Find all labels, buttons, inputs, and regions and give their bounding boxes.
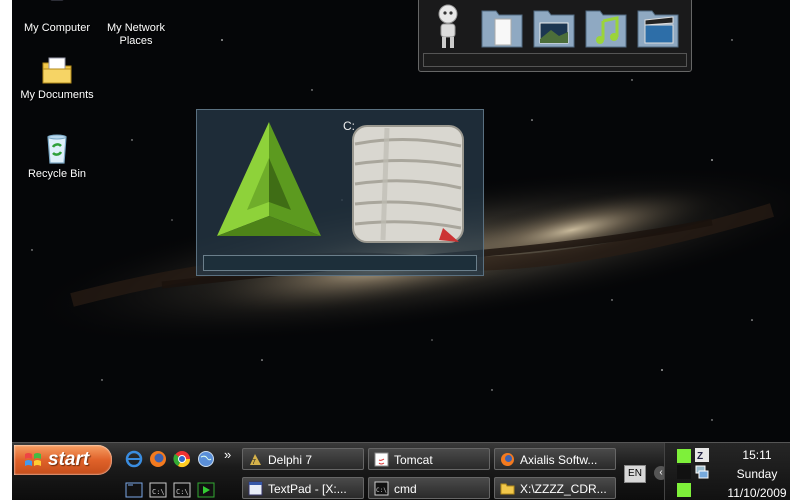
- desktop: My Computer My Network Places My Documen…: [12, 0, 790, 500]
- pictures-folder-icon: [533, 10, 575, 48]
- task-button-textpad[interactable]: TextPad - [X:...: [242, 477, 364, 499]
- task-button-label: Tomcat: [394, 453, 433, 467]
- dock-item-robot[interactable]: [425, 3, 471, 51]
- clock-day: Sunday: [736, 467, 778, 481]
- my-documents-icon: [42, 57, 72, 84]
- task-button-explorer[interactable]: X:\ZZZZ_CDR...: [494, 477, 616, 499]
- system-tray: Z 15:11 Sunday 11/10/2009: [664, 443, 790, 500]
- task-button-delphi[interactable]: 7 Delphi 7: [242, 448, 364, 470]
- documents-folder-icon: [481, 10, 523, 48]
- desktop-icon-label: My Network Places: [106, 22, 166, 47]
- wrapped-drive-icon[interactable]: [347, 120, 469, 248]
- firefox-icon[interactable]: [149, 450, 167, 468]
- task-button-label: TextPad - [X:...: [268, 482, 347, 496]
- recycle-bin-icon: [47, 134, 67, 164]
- svg-text:C:\: C:\: [176, 488, 189, 496]
- dock-bar: [423, 53, 687, 67]
- status-green-icon[interactable]: [677, 449, 691, 463]
- dock-item-documents-folder[interactable]: [479, 3, 525, 51]
- firefox-icon: [501, 453, 514, 466]
- task-button-tomcat[interactable]: Tomcat: [368, 448, 490, 470]
- windows-flag-icon: [25, 453, 41, 466]
- desktop-icon-my-documents[interactable]: My Documents: [12, 53, 102, 102]
- media-icon[interactable]: [197, 481, 215, 499]
- robot-icon: [438, 4, 458, 48]
- language-indicator[interactable]: EN: [624, 465, 646, 483]
- desktop-icon-label: My Documents: [20, 89, 94, 101]
- folder-icon: [500, 483, 515, 495]
- dock-item-videos-folder[interactable]: [635, 3, 681, 51]
- green-pyramid-icon[interactable]: [211, 118, 329, 242]
- cmd-icon[interactable]: C:\: [173, 481, 191, 499]
- videos-folder-icon: [637, 10, 679, 48]
- desktop-icon-recycle-bin[interactable]: Recycle Bin: [12, 132, 102, 181]
- delphi-icon: 7: [250, 454, 261, 466]
- status-green-icon[interactable]: [677, 483, 691, 497]
- music-folder-icon: [585, 10, 627, 48]
- dock-item-music-folder[interactable]: [583, 3, 629, 51]
- cmd-icon[interactable]: [125, 481, 143, 499]
- java-icon: [374, 452, 389, 467]
- monitor-icon[interactable]: [677, 465, 691, 479]
- network-places-icon: [119, 0, 153, 20]
- task-button-label: Axialis Softw...: [520, 453, 598, 467]
- clock-time[interactable]: 15:11: [723, 448, 790, 462]
- internet-explorer-icon[interactable]: [125, 450, 143, 468]
- drive-panel: C:: [196, 109, 484, 276]
- quick-launch-overflow[interactable]: »: [224, 447, 231, 462]
- task-button-label: X:\ZZZZ_CDR...: [520, 482, 607, 496]
- my-computer-icon: [50, 0, 64, 1]
- clock-date: 11/10/2009: [727, 486, 787, 500]
- desktop-icon-my-network-places[interactable]: My Network Places: [91, 0, 181, 48]
- dock-panel: [418, 0, 692, 72]
- dock-item-pictures-folder[interactable]: [531, 3, 577, 51]
- globe-icon[interactable]: [197, 450, 215, 468]
- network-icon[interactable]: [695, 465, 709, 479]
- start-label: start: [48, 449, 90, 470]
- zip-tool-icon[interactable]: Z: [695, 448, 709, 462]
- cmd-icon: C:\: [374, 481, 389, 496]
- drive-usage-bar: [203, 255, 477, 271]
- task-button-axialis[interactable]: Axialis Softw...: [494, 448, 616, 470]
- task-button-cmd[interactable]: C:\ cmd: [368, 477, 490, 499]
- start-button[interactable]: start: [14, 445, 112, 475]
- svg-text:Z: Z: [697, 451, 703, 462]
- svg-text:7: 7: [252, 459, 256, 466]
- svg-text:C:\: C:\: [376, 487, 387, 494]
- cmd-icon[interactable]: C:\: [149, 481, 167, 499]
- chrome-icon[interactable]: [173, 450, 191, 468]
- taskbar: start » C:\ C:\ 7 Delphi 7 Tomcat Axiali…: [12, 442, 790, 500]
- task-button-label: Delphi 7: [268, 453, 313, 467]
- task-button-label: cmd: [394, 482, 417, 496]
- desktop-icon-label: Recycle Bin: [27, 168, 87, 180]
- desktop-icon-my-computer[interactable]: My Computer: [12, 0, 102, 35]
- desktop-icon-label: My Computer: [23, 22, 91, 34]
- textpad-icon: [248, 481, 263, 496]
- svg-text:C:\: C:\: [152, 488, 165, 496]
